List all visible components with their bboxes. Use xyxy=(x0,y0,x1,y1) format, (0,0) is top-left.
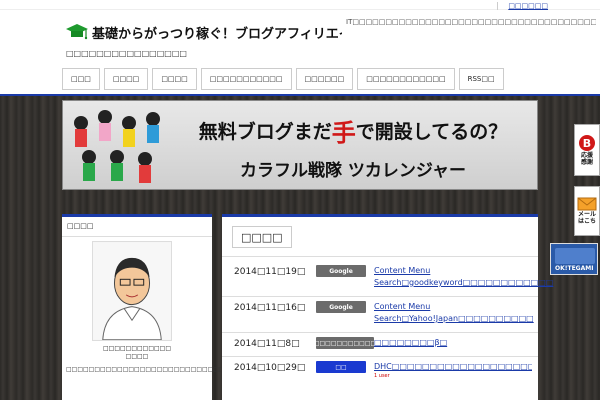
post-title-link[interactable]: □□□□□□□□β□ xyxy=(374,337,532,349)
banner-subline: カラフル戦隊 ツカレンジャー xyxy=(239,160,467,181)
mail-label: メール はこち xyxy=(577,211,596,225)
support-thanks-button[interactable]: B 応援 感謝 xyxy=(574,124,600,176)
nav-item-5[interactable]: □□□□□□ xyxy=(295,68,354,90)
ranger-figures-image xyxy=(74,110,160,183)
svg-text:B: B xyxy=(583,137,591,150)
site-subtitle: □□□□□□□□□□□□□□□□ xyxy=(66,49,187,58)
ok-tegami-button[interactable]: OK!TEGAMI xyxy=(550,243,598,275)
nav-divider xyxy=(0,94,600,96)
post-title-link[interactable]: DHC□□□□□□□□□□□□□□□□□□□□□ xyxy=(374,361,532,373)
site-description: IT□□□□□□□□□□□□□□□□□□□□□□□□□□□□□□□□□□□□□□… xyxy=(346,18,596,26)
nav-item-3[interactable]: □□□□ xyxy=(152,68,197,90)
nav-item-6[interactable]: □□□□□□□□□□□□ xyxy=(357,68,455,90)
site-title: 基礎からがっつり稼ぐ！ブログアフィリエイト教室 xyxy=(92,26,342,42)
post-title-link[interactable]: Content Menu Search□Yahoo!Japan□□□□□□□□□… xyxy=(374,301,534,325)
sidebar-title: □□□□ xyxy=(62,217,212,237)
profile-sidebar: □□□□ □□□□□□□□□□□□ □□□□ □□□□□□□□□□□□□□□□□… xyxy=(62,214,361,400)
main-content: □□□□ 2014□11□19□ Google Content Menu Sea… xyxy=(222,214,553,400)
site-logo[interactable]: 基礎からがっつり稼ぐ！ブログアフィリエイト教室 xyxy=(66,20,342,44)
profile-caption-line1: □□□□□□□□□□□□ xyxy=(102,345,172,352)
post-date: 2014□11□8□ xyxy=(234,339,300,349)
post-category-badge[interactable]: □□ xyxy=(316,361,366,373)
post-row: 2014□11□19□ Google Content Menu Search□g… xyxy=(222,261,553,297)
post-category-badge[interactable]: □□□□□□□□□□□ xyxy=(314,337,376,349)
post-title-link[interactable]: Content Menu Search□goodkeyword□□□□□□□□□… xyxy=(374,265,553,289)
ok-tegami-label: OK!TEGAMI xyxy=(555,265,594,272)
nav-item-4[interactable]: □□□□□□□□□□□ xyxy=(200,68,292,90)
main-nav: □□□ □□□□ □□□□ □□□□□□□□□□□ □□□□□□ □□□□□□□… xyxy=(62,68,504,92)
profile-caption-line2: □□□□ xyxy=(125,353,149,360)
bookmark-b-icon: B xyxy=(579,135,595,151)
main-header: □□□□ xyxy=(222,217,538,257)
nav-item-rss[interactable]: RSS□□ xyxy=(458,68,504,90)
envelope-icon xyxy=(577,197,597,211)
bookmark-count[interactable]: 1 user xyxy=(374,373,390,379)
profile-avatar xyxy=(92,241,172,341)
site-header: □□□□□□ 基礎からがっつり稼ぐ！ブログアフィリエイト教室 □□□□□□□□□… xyxy=(0,0,600,95)
mail-button[interactable]: メール はこち xyxy=(574,186,600,236)
banner-headline: 無料ブログまだ手で開設してるの？ xyxy=(175,115,531,147)
ok-tegami-graphic xyxy=(555,248,595,264)
support-thanks-label: 応援 感謝 xyxy=(580,152,593,166)
graduation-cap-icon xyxy=(66,24,88,40)
hero-banner[interactable]: 無料ブログまだ手で開設してるの？ カラフル戦隊 ツカレンジャー xyxy=(62,100,538,190)
main-title: □□□□ xyxy=(232,225,292,248)
nav-item-home[interactable]: □□□ xyxy=(62,68,100,90)
post-date: 2014□10□29□ xyxy=(234,363,306,373)
post-row: 2014□10□29□ □□ DHC□□□□□□□□□□□□□□□□□□□□□ … xyxy=(222,357,538,387)
post-category-badge[interactable]: Google xyxy=(316,301,366,313)
post-row: 2014□11□16□ Google Content Menu Search□Y… xyxy=(222,297,538,333)
profile-text: □□□□□□□□□□□□□□□□□□□□□□□□□□□□□□□□□□□□□□□□… xyxy=(66,366,361,373)
profile-caption: □□□□□□□□□□□□ □□□□ xyxy=(62,345,212,361)
post-row: 2014□11□8□ □□□□□□□□□□□ □□□□□□□□β□ xyxy=(222,333,538,357)
nav-item-2[interactable]: □□□□ xyxy=(103,68,149,90)
banner-accent-char: 手 xyxy=(331,118,356,147)
post-category-badge[interactable]: Google xyxy=(316,265,366,277)
post-date: 2014□11□19□ xyxy=(234,267,306,277)
post-date: 2014□11□16□ xyxy=(234,303,306,313)
top-link[interactable]: □□□□□□ xyxy=(497,2,548,10)
